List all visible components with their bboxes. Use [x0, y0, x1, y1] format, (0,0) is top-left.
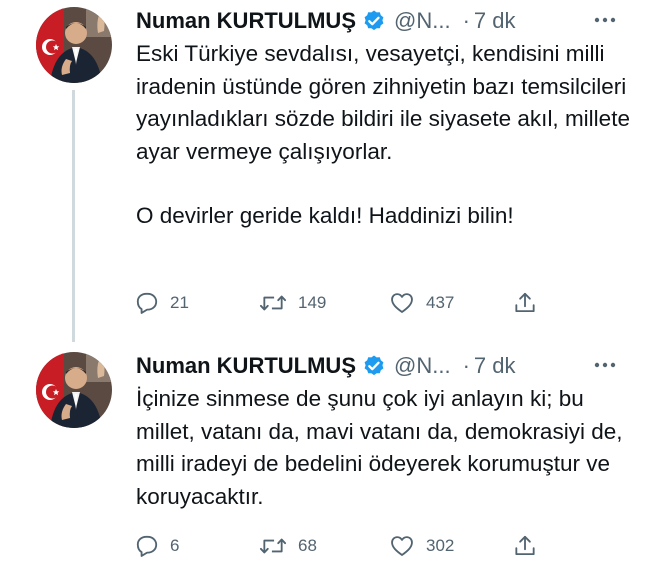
tweet-header: Numan KURTULMUŞ @N... · 7 dk [136, 351, 515, 381]
verified-badge-icon [362, 9, 386, 33]
reply-icon [136, 292, 158, 314]
tweet-actions: 6 68 302 [134, 531, 634, 561]
tweet-paragraph: İçinize sinmese de şunu çok iyi anlayın … [136, 386, 623, 509]
retweet-count: 68 [298, 536, 317, 555]
retweet-icon [259, 295, 287, 311]
tweet-text: Eski Türkiye sevdalısı, vesayetçi, kendi… [136, 38, 636, 233]
share-icon [515, 292, 535, 313]
avatar[interactable] [36, 7, 112, 83]
share-button[interactable] [512, 531, 538, 561]
retweet-button[interactable]: 149 [258, 288, 326, 318]
author-name[interactable]: Numan KURTULMUŞ [136, 353, 356, 379]
more-icon[interactable] [592, 10, 618, 30]
tweet-paragraph: Eski Türkiye sevdalısı, vesayetçi, kendi… [136, 41, 630, 164]
retweet-icon [259, 538, 287, 554]
like-button[interactable]: 302 [388, 531, 454, 561]
tweet-timestamp[interactable]: 7 dk [474, 8, 516, 34]
reply-button[interactable]: 21 [134, 288, 189, 318]
reply-button[interactable]: 6 [134, 531, 179, 561]
tweet-timestamp[interactable]: 7 dk [474, 353, 516, 379]
like-count: 302 [426, 536, 455, 555]
tweet[interactable]: Numan KURTULMUŞ @N... · 7 dk Eski Türkiy… [0, 0, 650, 345]
separator-dot: · [462, 8, 470, 33]
like-count: 437 [426, 293, 455, 312]
verified-badge-icon [362, 354, 386, 378]
separator-dot: · [462, 353, 470, 378]
retweet-button[interactable]: 68 [258, 531, 317, 561]
tweet-text: İçinize sinmese de şunu çok iyi anlayın … [136, 383, 636, 513]
reply-icon [136, 535, 158, 557]
author-name[interactable]: Numan KURTULMUŞ [136, 8, 356, 34]
retweet-count: 149 [298, 293, 327, 312]
tweet-header: Numan KURTULMUŞ @N... · 7 dk [136, 6, 515, 36]
reply-count: 21 [170, 293, 189, 312]
share-icon [515, 535, 535, 556]
heart-icon [391, 293, 413, 313]
more-icon[interactable] [592, 355, 618, 375]
author-handle[interactable]: @N... [394, 8, 451, 34]
avatar[interactable] [36, 352, 112, 428]
tweet[interactable]: Numan KURTULMUŞ @N... · 7 dk İçinize sin… [0, 345, 650, 570]
heart-icon [391, 536, 413, 556]
reply-count: 6 [170, 536, 180, 555]
thread-line [72, 90, 75, 342]
tweet-actions: 21 149 437 [134, 288, 634, 318]
author-handle[interactable]: @N... [394, 353, 451, 379]
share-button[interactable] [512, 288, 538, 318]
like-button[interactable]: 437 [388, 288, 454, 318]
tweet-paragraph: O devirler geride kaldı! Haddinizi bilin… [136, 203, 514, 228]
